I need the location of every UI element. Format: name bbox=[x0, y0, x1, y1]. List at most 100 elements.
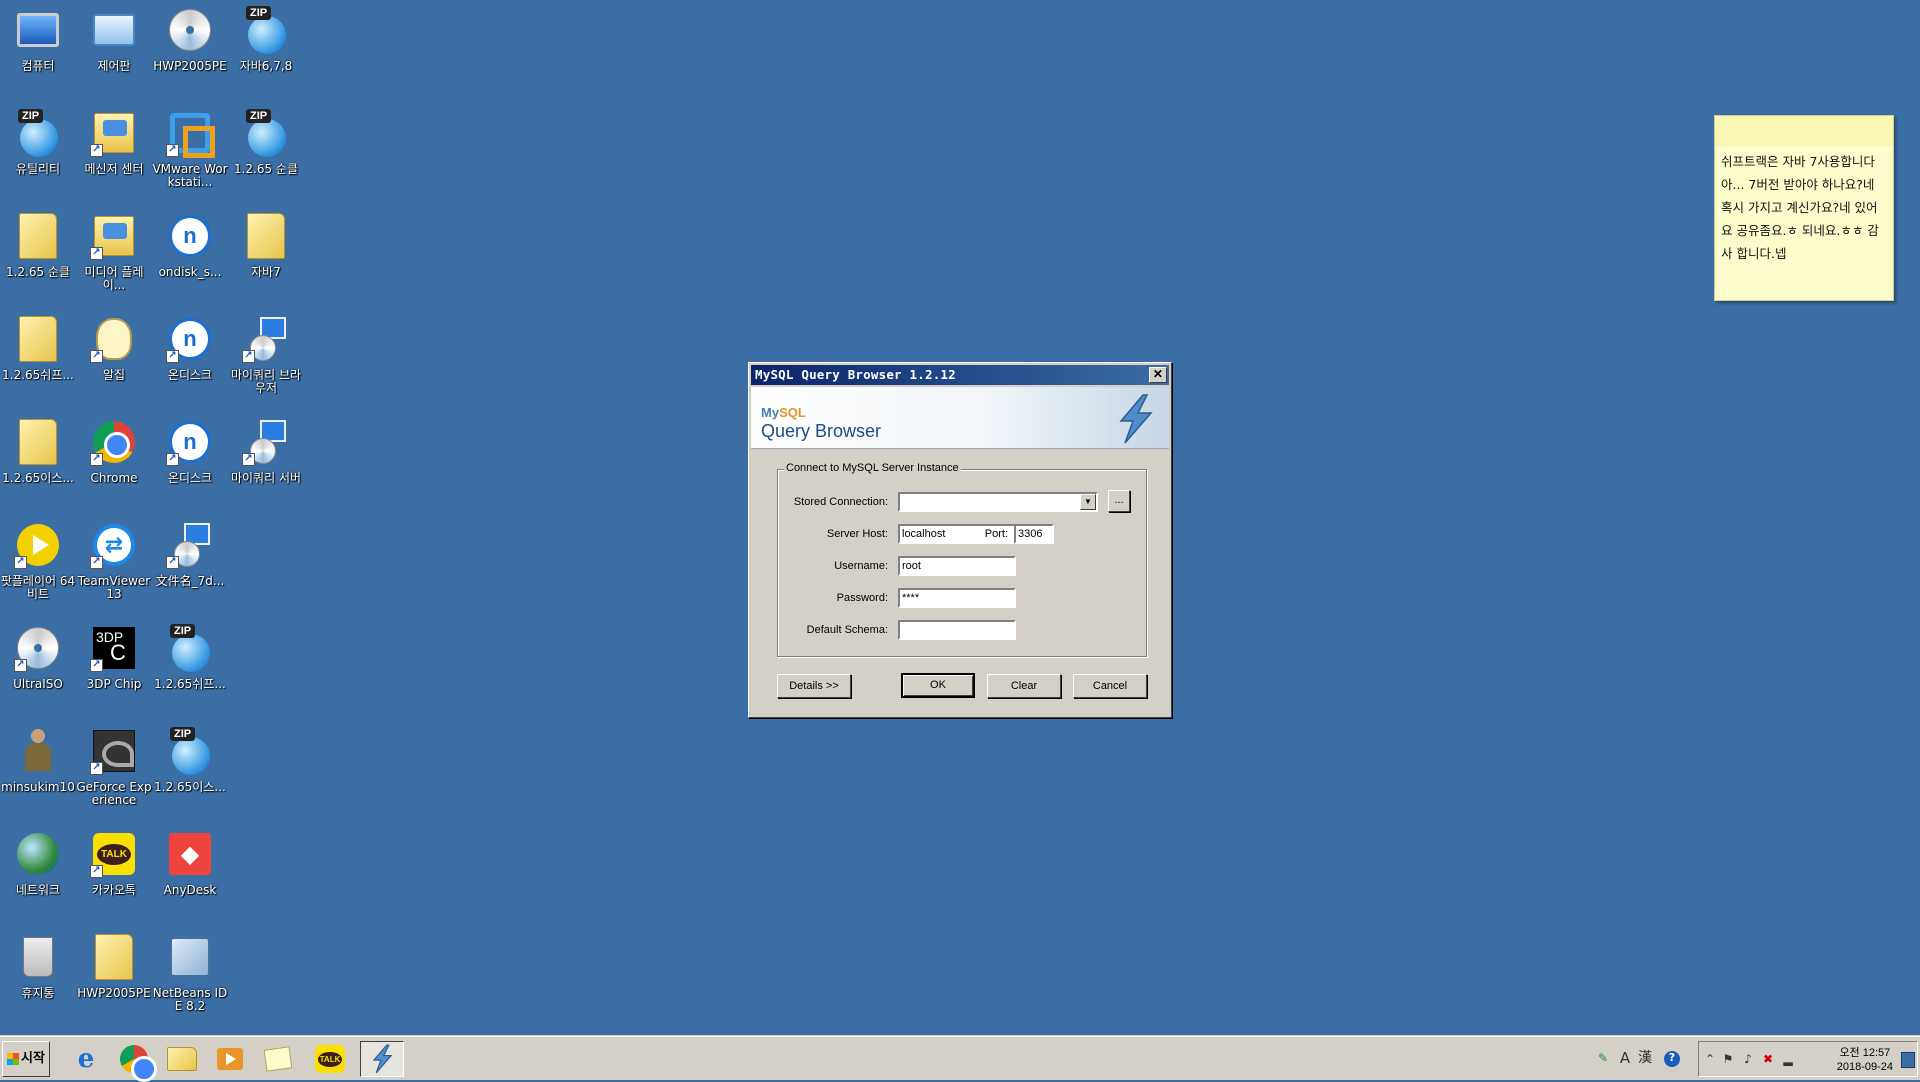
desktop-icon-folder-1265-shift[interactable]: 1.2.65쉬프... bbox=[0, 313, 76, 413]
sticky-note[interactable]: 쉬프트랙은 자바 7사용합니다 아... 7버전 받아야 하나요?네 혹시 가지… bbox=[1714, 115, 1894, 301]
desktop-icon-teamviewer[interactable]: ⇄ ↗ TeamViewer 13 bbox=[76, 519, 152, 619]
desktop-icon-geforce[interactable]: ↗ GeForce Experience bbox=[76, 725, 152, 825]
taskbar: 시작 e TALK ✎ A 漢 ? ⌃ ⚑ ♪ ✖ ▂ 오전 12:57 201… bbox=[0, 1036, 1920, 1082]
network-signal-icon[interactable]: ▂ bbox=[1781, 1052, 1795, 1066]
security-alert-icon[interactable]: ✖ bbox=[1761, 1052, 1775, 1066]
media-player-icon bbox=[217, 1048, 243, 1070]
volume-icon[interactable]: ♪ bbox=[1741, 1052, 1755, 1066]
close-icon: ✕ bbox=[1152, 367, 1164, 381]
desktop-icon-label: Chrome bbox=[90, 471, 138, 485]
default-schema-input[interactable] bbox=[898, 620, 1016, 640]
desktop-icon-ondisk-1[interactable]: n ↗ 온디스크 bbox=[152, 313, 228, 413]
desktop-icon-user-folder[interactable]: minsukim10 bbox=[0, 725, 76, 825]
dialog-titlebar[interactable]: MySQL Query Browser 1.2.12 ✕ bbox=[751, 365, 1169, 385]
internet-explorer-icon: e bbox=[77, 1044, 95, 1074]
desktop-icon-potplayer[interactable]: ↗ 팟플레이어 64 비트 bbox=[0, 519, 76, 619]
ime-icon[interactable]: ✎ bbox=[1596, 1051, 1610, 1065]
default-schema-label: Default Schema: bbox=[806, 624, 888, 636]
start-button[interactable]: 시작 bbox=[2, 1041, 50, 1077]
close-button[interactable]: ✕ bbox=[1149, 367, 1167, 383]
shortcut-arrow-icon: ↗ bbox=[166, 453, 179, 466]
desktop-icon-chrome[interactable]: ↗ Chrome bbox=[76, 416, 152, 516]
desktop-icon-label: 팟플레이어 64 비트 bbox=[0, 574, 76, 601]
cancel-button[interactable]: Cancel bbox=[1073, 674, 1147, 698]
desktop-icon-computer[interactable]: 컴퓨터 bbox=[0, 4, 76, 104]
desktop-icon-7d-file[interactable]: ↗ 文件名_7d... bbox=[152, 519, 228, 619]
shortcut-arrow-icon: ↗ bbox=[90, 247, 103, 260]
desktop-icon-ultraiso[interactable]: ↗ UltraISO bbox=[0, 622, 76, 722]
shortcut-arrow-icon: ↗ bbox=[90, 556, 103, 569]
desktop-icon-label: GeForce Experience bbox=[76, 780, 152, 807]
clear-button[interactable]: Clear bbox=[987, 674, 1061, 698]
desktop-icon-hwp2005[interactable]: HWP2005PE bbox=[152, 4, 228, 104]
desktop-icon-folder-java7[interactable]: 자바7 bbox=[228, 210, 304, 310]
desktop-icon-kakaotalk[interactable]: TALK ↗ 카카오톡 bbox=[76, 828, 152, 928]
desktop-icon-utility[interactable]: ZIP 유틸리티 bbox=[0, 107, 76, 207]
clock[interactable]: 오전 12:57 2018-09-24 bbox=[1837, 1046, 1893, 1074]
desktop-icon-label: 온디스크 bbox=[167, 471, 213, 485]
desktop-icon-zip-1265-sunkle[interactable]: ZIP 1.2.65 순클 bbox=[228, 107, 304, 207]
desktop-icon-zip-1265-is[interactable]: ZIP 1.2.65이스... bbox=[152, 725, 228, 825]
desktop-icon-label: HWP2005PE bbox=[77, 986, 151, 1000]
desktop-icon-label: VMware Workstati... bbox=[152, 162, 228, 189]
desktop-icon-zip-java678[interactable]: ZIP 자바6,7,8 bbox=[228, 4, 304, 104]
desktop-icon-label: 메신저 센터 bbox=[84, 162, 144, 176]
desktop-icon-messenger-center[interactable]: ↗ 메신저 센터 bbox=[76, 107, 152, 207]
browse-connections-button[interactable]: ... bbox=[1108, 490, 1130, 512]
hanja-icon[interactable]: 漢 bbox=[1638, 1051, 1652, 1065]
desktop-icon-hwp-folder[interactable]: HWP2005PE bbox=[76, 931, 152, 1031]
desktop-icon-ondisk-setup[interactable]: n ondisk_s... bbox=[152, 210, 228, 310]
taskbar-explorer[interactable] bbox=[160, 1041, 204, 1077]
port-input[interactable] bbox=[1014, 524, 1054, 544]
desktop-icon-mysql-server[interactable]: ↗ 마이쿼리 서버 bbox=[228, 416, 304, 516]
taskbar-sticky-notes[interactable] bbox=[256, 1041, 300, 1077]
shortcut-arrow-icon: ↗ bbox=[90, 350, 103, 363]
shortcut-arrow-icon: ↗ bbox=[90, 659, 103, 672]
desktop-icon-3dp-chip[interactable]: 3DP C ↗ 3DP Chip bbox=[76, 622, 152, 722]
username-input[interactable] bbox=[898, 556, 1016, 576]
details-button[interactable]: Details >> bbox=[777, 674, 851, 698]
desktop-icon-netbeans[interactable]: NetBeans IDE 8.2 bbox=[152, 931, 228, 1031]
ok-button[interactable]: OK bbox=[901, 673, 975, 698]
desktop-icon-label: 1.2.65이스... bbox=[154, 780, 226, 794]
show-desktop-icon[interactable] bbox=[1901, 1052, 1915, 1068]
desktop-icon-label: NetBeans IDE 8.2 bbox=[152, 986, 228, 1013]
shortcut-arrow-icon: ↗ bbox=[166, 556, 179, 569]
folder-icon bbox=[19, 316, 57, 362]
sticky-notes-icon bbox=[263, 1046, 293, 1072]
taskbar-kakaotalk[interactable]: TALK bbox=[308, 1041, 352, 1077]
connection-groupbox: Connect to MySQL Server Instance Stored … bbox=[777, 462, 1147, 657]
taskbar-media-player[interactable] bbox=[208, 1041, 252, 1077]
help-icon[interactable]: ? bbox=[1664, 1051, 1680, 1067]
desktop-icon-network[interactable]: 네트워크 bbox=[0, 828, 76, 928]
stored-connection-combobox[interactable]: ▼ bbox=[898, 492, 1098, 512]
desktop-icon-control-panel[interactable]: 제어판 bbox=[76, 4, 152, 104]
taskbar-chrome[interactable] bbox=[112, 1041, 157, 1082]
sticky-note-header[interactable] bbox=[1715, 116, 1893, 146]
zip-folder-icon: ZIP bbox=[244, 6, 288, 54]
desktop-icon-vmware[interactable]: ↗ VMware Workstati... bbox=[152, 107, 228, 207]
show-hidden-icons-chevron-icon[interactable]: ⌃ bbox=[1703, 1052, 1717, 1066]
taskbar-ie[interactable]: e bbox=[64, 1041, 108, 1077]
desktop-icon-folder-1265-sunkle[interactable]: 1.2.65 순클 bbox=[0, 210, 76, 310]
desktop-icon-alzip[interactable]: ↗ 알집 bbox=[76, 313, 152, 413]
ime-mode-a-icon[interactable]: A bbox=[1618, 1051, 1632, 1066]
shortcut-arrow-icon: ↗ bbox=[242, 350, 255, 363]
password-input[interactable] bbox=[898, 588, 1016, 608]
taskbar-mysql-query-browser[interactable] bbox=[360, 1041, 404, 1077]
desktop-icon-zip-1265-shift[interactable]: ZIP 1.2.65쉬프... bbox=[152, 622, 228, 722]
folder-icon bbox=[247, 213, 285, 259]
desktop-icon-label: 자바6,7,8 bbox=[239, 59, 293, 73]
action-center-flag-icon[interactable]: ⚑ bbox=[1721, 1052, 1735, 1066]
sticky-note-text[interactable]: 쉬프트랙은 자바 7사용합니다 아... 7버전 받아야 하나요?네 혹시 가지… bbox=[1715, 146, 1893, 269]
chevron-down-icon[interactable]: ▼ bbox=[1080, 494, 1096, 510]
desktop-icon-folder-1265-is[interactable]: 1.2.65이스... bbox=[0, 416, 76, 516]
desktop-icon-mysql-browser[interactable]: ↗ 마이쿼리 브라우저 bbox=[228, 313, 304, 413]
desktop-icon-label: 1.2.65쉬프... bbox=[2, 368, 74, 382]
desktop-icon-label: AnyDesk bbox=[163, 883, 217, 897]
desktop-icon-anydesk[interactable]: ◆ AnyDesk bbox=[152, 828, 228, 928]
desktop-icon-recycle-bin[interactable]: 휴지통 bbox=[0, 931, 76, 1031]
desktop-icon-ondisk-2[interactable]: n ↗ 온디스크 bbox=[152, 416, 228, 516]
desktop-icon-media-player[interactable]: ↗ 미디어 플레이... bbox=[76, 210, 152, 310]
shortcut-arrow-icon: ↗ bbox=[14, 659, 27, 672]
